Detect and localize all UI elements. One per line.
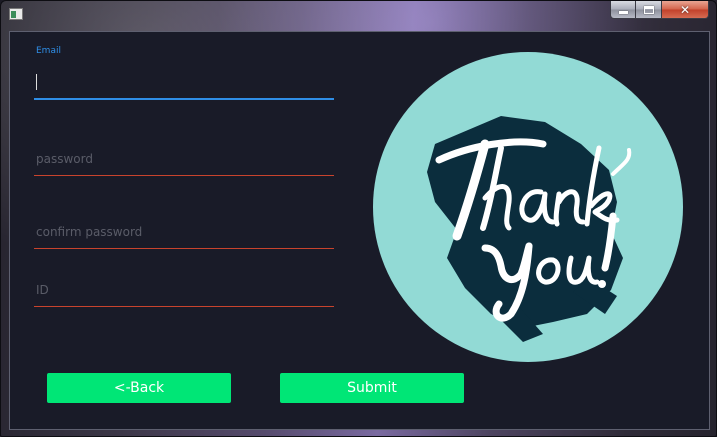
id-field-group [34, 275, 334, 309]
app-window-icon [9, 8, 23, 20]
confirm-password-field-group [34, 217, 334, 251]
close-icon: ✕ [679, 2, 691, 17]
id-input[interactable] [34, 277, 334, 303]
thank-you-illustration [373, 52, 683, 362]
window-frame: ✕ Email <-Back Submit [0, 0, 717, 437]
maximize-button[interactable] [636, 1, 662, 19]
email-input[interactable] [34, 70, 334, 96]
confirm-password-underline [34, 248, 334, 249]
password-underline [34, 175, 334, 176]
minimize-button[interactable] [610, 1, 636, 19]
email-field-group: Email [34, 46, 334, 102]
email-underline [34, 98, 334, 100]
close-button[interactable]: ✕ [662, 1, 709, 19]
email-label: Email [36, 46, 61, 56]
thank-you-lettering-icon [427, 116, 632, 342]
window-controls: ✕ [610, 1, 709, 19]
id-underline [34, 306, 334, 307]
minimize-icon [618, 11, 628, 14]
form-panel: Email <-Back Submit [9, 31, 710, 430]
password-field-group [34, 144, 334, 178]
text-caret [36, 74, 37, 90]
back-button[interactable]: <-Back [47, 373, 231, 403]
submit-button[interactable]: Submit [280, 373, 464, 403]
maximize-icon [643, 5, 654, 14]
confirm-password-input[interactable] [34, 219, 334, 245]
password-input[interactable] [34, 146, 334, 172]
